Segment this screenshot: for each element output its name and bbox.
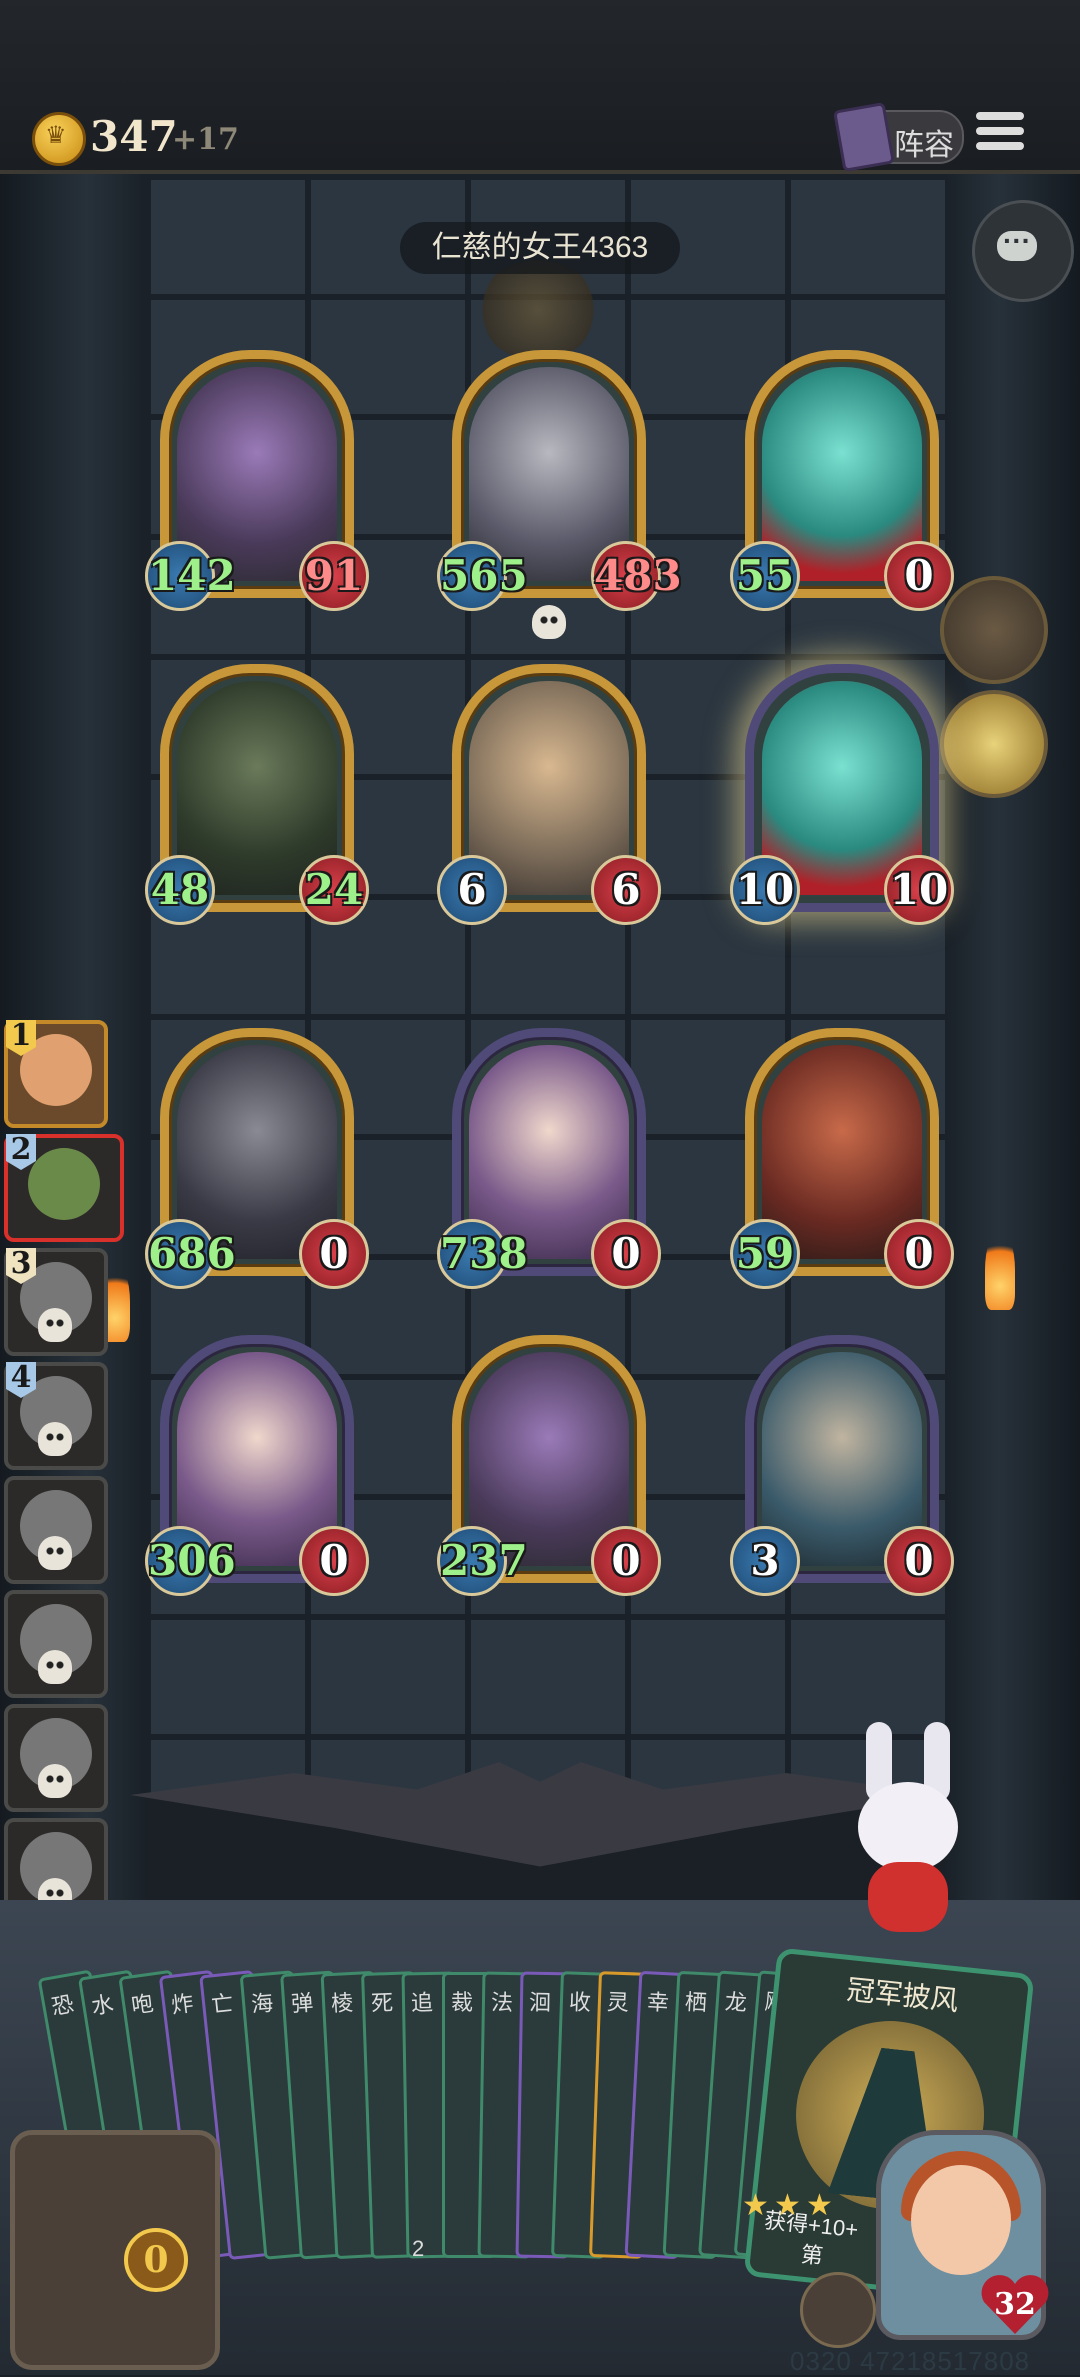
- attack-stat: 48: [145, 855, 215, 925]
- health-stat: 0: [884, 1219, 954, 1289]
- minion-card[interactable]: 55 0: [730, 350, 954, 611]
- skull-icon: [38, 1308, 72, 1342]
- chat-icon[interactable]: [972, 200, 1074, 302]
- skull-icon: [38, 1764, 72, 1798]
- minion-card[interactable]: 59 0: [730, 1028, 954, 1289]
- minion-card[interactable]: 306 0: [145, 1335, 369, 1596]
- minion-card[interactable]: 738 0: [437, 1028, 661, 1289]
- attack-stat: 59: [730, 1219, 800, 1289]
- featured-card-desc-2: 第: [799, 2241, 825, 2269]
- menu-icon[interactable]: [976, 112, 1024, 158]
- health-stat: 0: [884, 1526, 954, 1596]
- star-icon: ★: [742, 2189, 769, 2222]
- right-pillar: [945, 174, 1080, 1934]
- attack-stat: 10: [730, 855, 800, 925]
- hand-card-cost: 2: [412, 2236, 425, 2261]
- leaderboard-entry[interactable]: [4, 1704, 108, 1812]
- minion-card[interactable]: 237 0: [437, 1335, 661, 1596]
- health-stat: 0: [884, 541, 954, 611]
- opponent-name: 仁慈的女王4363: [400, 222, 680, 274]
- avatar: [28, 1148, 100, 1220]
- book-icon: [833, 101, 895, 173]
- minion-card[interactable]: 565 483: [437, 350, 682, 639]
- whetstone-icon[interactable]: [940, 576, 1048, 684]
- upgrade-icon[interactable]: [800, 2272, 876, 2348]
- attack-stat: 3: [730, 1526, 800, 1596]
- attack-stat: 6: [437, 855, 507, 925]
- treasure-chest[interactable]: [10, 2130, 220, 2370]
- attack-stat: 738: [437, 1219, 528, 1289]
- minion-card[interactable]: 142 91: [145, 350, 369, 611]
- opponent-emblem-icon: [478, 260, 598, 360]
- star-icon: ★: [806, 2189, 833, 2222]
- leaderboard-entry[interactable]: 3: [4, 1248, 108, 1356]
- health-stat: 0: [299, 1219, 369, 1289]
- health-stat: 0: [591, 1526, 661, 1596]
- skull-icon: [38, 1536, 72, 1570]
- leaderboard-entry[interactable]: 4: [4, 1362, 108, 1470]
- leaderboard-entry[interactable]: 2: [4, 1134, 124, 1242]
- featured-card-title: 冠军披风: [845, 1973, 960, 2017]
- minion-card[interactable]: 686 0: [145, 1028, 369, 1289]
- torch-icon: [985, 1230, 1015, 1310]
- attack-stat: 55: [730, 541, 800, 611]
- attack-stat: 565: [437, 541, 528, 611]
- skull-icon: [532, 605, 566, 639]
- attack-stat: 142: [145, 541, 236, 611]
- health-stat: 24: [299, 855, 369, 925]
- leaderboard-entry[interactable]: [4, 1476, 108, 1584]
- rank-number: 2: [6, 1134, 36, 1170]
- health-stat: 10: [884, 855, 954, 925]
- health-stat: 91: [299, 541, 369, 611]
- attack-stat: 237: [437, 1526, 528, 1596]
- skull-icon: [38, 1650, 72, 1684]
- skull-icon: [38, 1422, 72, 1456]
- gold-amount: 347: [90, 112, 178, 161]
- session-id: 0320 47218517808: [790, 2346, 1031, 2376]
- attack-stat: 306: [145, 1526, 236, 1596]
- lightning-icon[interactable]: [940, 690, 1048, 798]
- health-stat: 483: [591, 541, 682, 611]
- bunny-pet[interactable]: [842, 1722, 982, 1942]
- gold-gain: +17: [172, 122, 239, 157]
- health-stat: 0: [299, 1526, 369, 1596]
- top-bar: 347 +17 阵容: [0, 0, 1080, 174]
- health-stat: 0: [591, 1219, 661, 1289]
- minion-card[interactable]: 48 24: [145, 664, 369, 925]
- health-stat: 6: [591, 855, 661, 925]
- leaderboard-entry[interactable]: [4, 1590, 108, 1698]
- star-icon: ★: [774, 2189, 801, 2222]
- lineup-label: 阵容: [894, 129, 954, 162]
- minion-card[interactable]: 3 0: [730, 1335, 954, 1596]
- gold-coin-icon: [32, 112, 86, 166]
- minion-card[interactable]: 10 10: [730, 664, 954, 925]
- minion-card[interactable]: 6 6: [437, 664, 661, 925]
- attack-stat: 686: [145, 1219, 236, 1289]
- chest-counter: 0: [124, 2228, 188, 2292]
- lineup-button[interactable]: 阵容: [833, 101, 964, 173]
- leaderboard-entry[interactable]: 1: [4, 1020, 108, 1128]
